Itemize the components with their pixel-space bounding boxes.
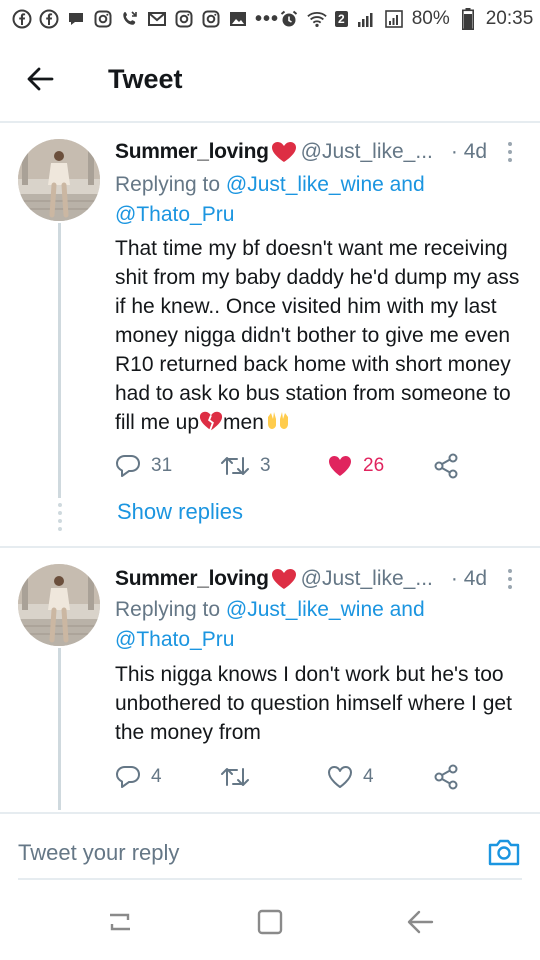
reply-button[interactable]: 4 — [115, 762, 162, 792]
back-button[interactable] — [0, 38, 80, 120]
back-nav-button[interactable] — [400, 902, 440, 942]
alarm-icon — [279, 9, 299, 29]
gmail-notification-icon — [147, 9, 167, 29]
battery-percent: 80% — [411, 8, 450, 29]
and-text: and — [383, 173, 425, 196]
arrow-left-icon — [27, 67, 54, 91]
replying-to: Replying to @Just_like_wine and @Thato_Pr… — [115, 170, 515, 230]
tweet-text-content: That time my bf doesn't want me receivin… — [115, 237, 520, 434]
page-title: Tweet — [108, 63, 183, 94]
reply-icon — [116, 766, 140, 788]
wifi-icon — [307, 9, 327, 29]
reply-count: 4 — [151, 766, 162, 787]
show-replies-link[interactable]: Show replies — [117, 499, 243, 525]
reply-icon — [116, 455, 140, 477]
tweet-actions: 31 3 26 — [115, 451, 535, 481]
facebook-notification-icon — [12, 9, 32, 29]
share-icon — [434, 453, 458, 479]
signal-icon — [356, 9, 376, 29]
system-nav-bar — [0, 884, 540, 960]
app-header: Tweet — [0, 38, 540, 120]
broken-heart-emoji — [199, 410, 223, 440]
thread-ellipsis — [56, 503, 64, 531]
tweet-header: Summer_loving @Just_like_... · 4d — [115, 564, 520, 594]
avatar-photo — [18, 564, 100, 646]
missed-call-icon — [120, 9, 140, 29]
author-handle[interactable]: @Just_like_... — [301, 567, 433, 591]
instagram-notification-icon — [93, 9, 113, 29]
like-button[interactable]: 26 — [327, 451, 384, 481]
heart-filled-icon — [329, 456, 351, 476]
tweet-text-end: men — [223, 411, 264, 434]
share-icon — [434, 764, 458, 790]
tweet-header: Summer_loving @Just_like_... · 4d — [115, 137, 520, 167]
red-heart-emoji — [271, 141, 297, 163]
facebook-notification-icon — [39, 9, 59, 29]
message-notification-icon — [66, 9, 86, 29]
tweet-item[interactable]: Summer_loving @Just_like_... · 4d Replyi… — [0, 123, 540, 548]
retweet-button[interactable]: 3 — [220, 451, 271, 481]
camera-button[interactable] — [486, 834, 522, 870]
reply-divider — [0, 812, 540, 814]
reply-count: 31 — [151, 455, 173, 476]
status-bar-left: ••• — [12, 8, 279, 31]
back-nav-icon — [407, 910, 434, 934]
status-bar-right: 2 80% 20:35 — [279, 8, 533, 30]
tweet-item[interactable]: Summer_loving @Just_like_... · 4d Replyi… — [0, 548, 540, 810]
camera-icon — [488, 839, 520, 866]
recent-apps-button[interactable] — [100, 902, 140, 942]
author-handle[interactable]: @Just_like_... — [301, 140, 433, 164]
battery-icon — [458, 8, 478, 30]
retweet-count: 3 — [260, 455, 271, 476]
author-name[interactable]: Summer_loving — [115, 567, 269, 591]
mention-link[interactable]: @Just_like_wine — [226, 173, 384, 196]
clock-time: 20:35 — [485, 8, 534, 29]
instagram-notification-icon — [174, 9, 194, 29]
tweet-text: This nigga knows I don't work but he's t… — [115, 663, 512, 744]
avatar-photo — [18, 139, 100, 221]
share-button[interactable] — [433, 451, 459, 481]
tweet-actions: 4 4 — [115, 762, 535, 792]
raised-hands-emoji — [266, 410, 290, 439]
reply-button[interactable]: 31 — [115, 451, 172, 481]
avatar[interactable] — [18, 139, 100, 221]
status-bar: ••• 2 80% 20:35 — [0, 0, 540, 38]
avatar[interactable] — [18, 564, 100, 646]
mention-link[interactable]: @Thato_Pru — [115, 203, 234, 226]
signal-icon — [384, 9, 404, 29]
instagram-notification-icon — [201, 9, 221, 29]
like-button[interactable]: 4 — [327, 762, 374, 792]
share-button[interactable] — [433, 762, 459, 792]
more-options-button[interactable] — [500, 137, 520, 167]
home-button[interactable] — [250, 902, 290, 942]
thread-line — [58, 648, 61, 810]
home-icon — [257, 909, 283, 935]
replying-to-label: Replying to — [115, 598, 221, 621]
replying-to: Replying to @Just_like_wine and @Thato_Pr… — [115, 595, 515, 655]
like-count: 4 — [363, 766, 374, 787]
reply-underline — [18, 878, 522, 880]
reply-composer: Tweet your reply — [0, 812, 540, 884]
retweet-button[interactable] — [220, 762, 260, 792]
tweet-text: That time my bf doesn't want me receivin… — [115, 234, 525, 440]
and-text: and — [383, 598, 425, 621]
reply-input[interactable]: Tweet your reply — [18, 836, 468, 870]
like-count: 26 — [363, 455, 385, 476]
author-name[interactable]: Summer_loving — [115, 140, 269, 164]
heart-outline-icon — [328, 766, 352, 788]
recent-apps-icon — [110, 913, 130, 931]
mention-link[interactable]: @Thato_Pru — [115, 628, 234, 651]
tweet-time: · 4d — [450, 140, 488, 163]
thread-line — [58, 223, 61, 498]
gallery-notification-icon — [228, 9, 248, 29]
red-heart-emoji — [271, 568, 297, 590]
more-notifications-dots: ••• — [255, 7, 280, 30]
replying-to-label: Replying to — [115, 173, 221, 196]
sim-badge: 2 — [335, 11, 348, 27]
more-options-button[interactable] — [500, 564, 520, 594]
tweet-time: · 4d — [450, 567, 488, 590]
mention-link[interactable]: @Just_like_wine — [226, 598, 384, 621]
retweet-icon — [221, 457, 249, 475]
retweet-icon — [221, 768, 249, 786]
